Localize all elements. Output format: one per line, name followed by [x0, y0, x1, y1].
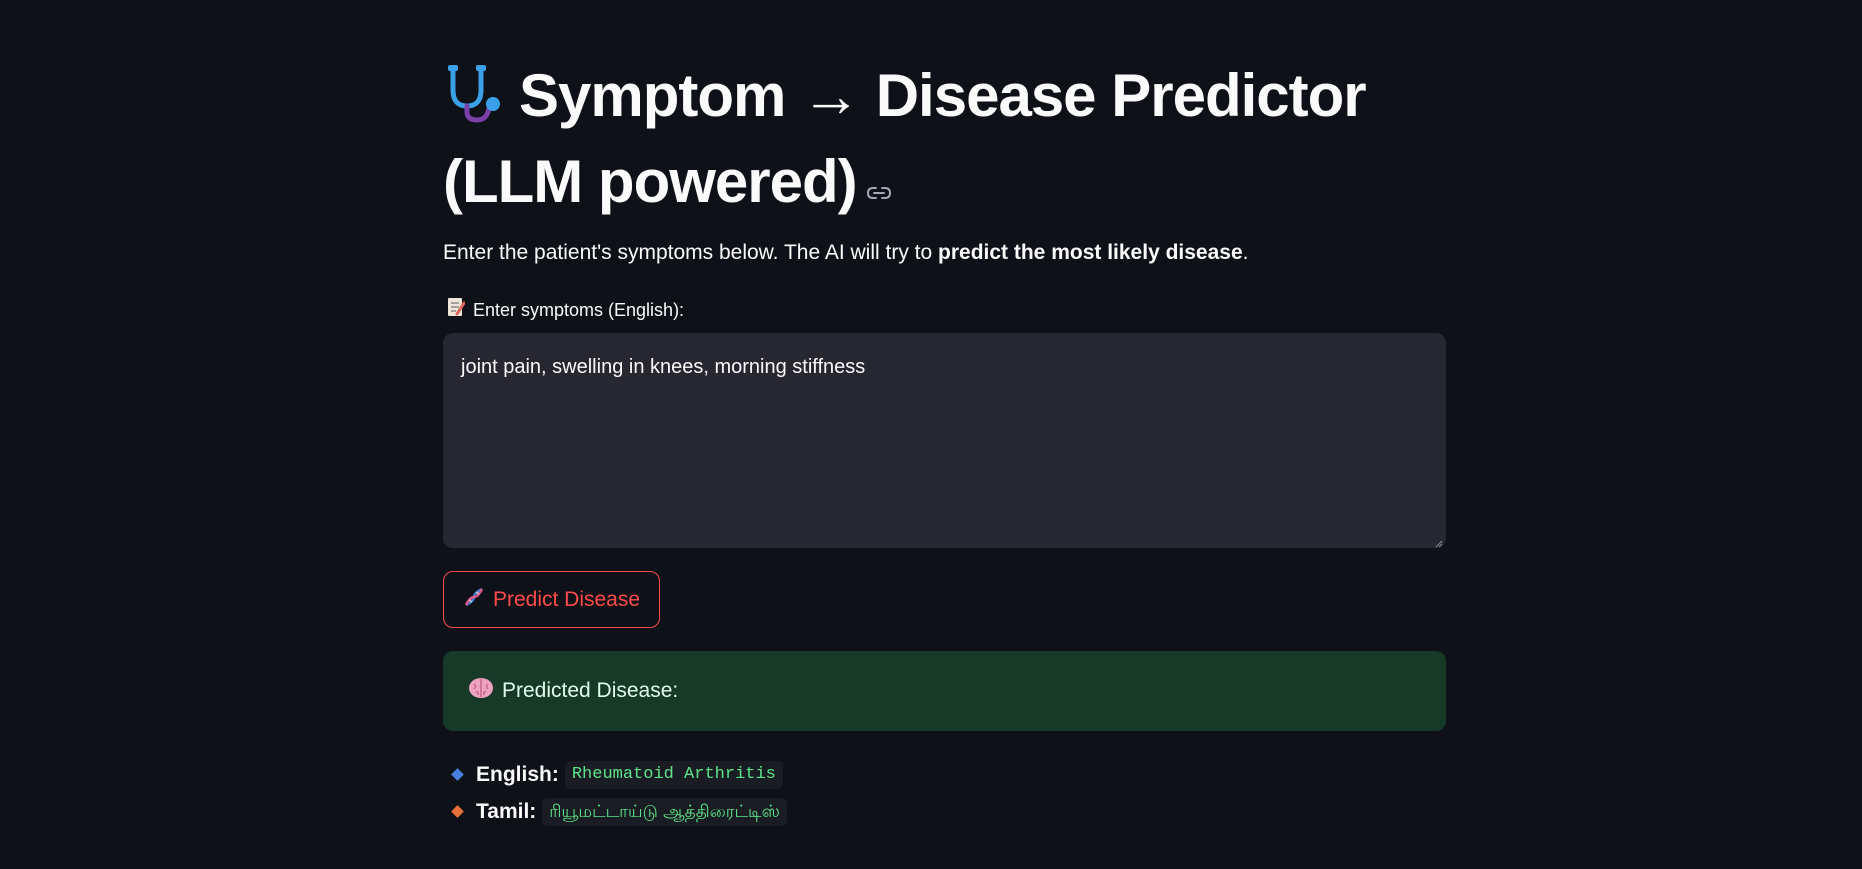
prediction-heading: Predicted Disease:	[502, 679, 679, 702]
intro-text: Enter the patient's symptoms below. The …	[443, 238, 1248, 268]
orange-diamond-icon	[451, 805, 464, 818]
blue-diamond-icon	[451, 768, 464, 781]
prediction-value-tamil: ரியூமட்டாய்டு ஆத்திரைட்டிஸ்	[542, 797, 787, 826]
dna-icon	[463, 586, 485, 614]
prediction-list: English: Rheumatoid Arthritis Tamil: ரிய…	[443, 756, 787, 830]
prediction-row-english: English: Rheumatoid Arthritis	[443, 756, 787, 793]
prediction-key-english: English:	[476, 762, 559, 786]
page-title-text: Symptom → Disease Predictor (LLM powered…	[443, 62, 1367, 215]
memo-icon	[447, 297, 466, 323]
symptoms-textarea[interactable]: joint pain, swelling in knees, morning s…	[444, 334, 1445, 547]
prediction-key-tamil: Tamil:	[476, 799, 537, 823]
intro-text-end: .	[1242, 241, 1249, 264]
brain-icon	[468, 677, 494, 705]
resize-handle[interactable]	[1433, 535, 1443, 548]
intro-text-start: Enter the patient's symptoms below. The …	[443, 241, 939, 264]
predict-disease-label: Predict Disease	[492, 587, 641, 611]
intro-text-bold: predict the most likely disease	[938, 241, 1243, 264]
predict-disease-button[interactable]: Predict Disease	[443, 571, 660, 628]
prediction-result-box: Predicted Disease:	[443, 651, 1446, 731]
symptoms-label-text: Enter symptoms (English):	[473, 300, 685, 320]
stethoscope-icon	[443, 62, 505, 142]
page-title: Symptom → Disease Predictor (LLM powered…	[443, 58, 1446, 220]
link-icon[interactable]	[866, 142, 891, 218]
symptoms-label: Enter symptoms (English):	[447, 297, 684, 323]
prediction-value-english: Rheumatoid Arthritis	[564, 760, 783, 789]
prediction-row-tamil: Tamil: ரியூமட்டாய்டு ஆத்திரைட்டிஸ்	[443, 793, 787, 830]
symptoms-textarea-container: joint pain, swelling in knees, morning s…	[443, 333, 1446, 548]
